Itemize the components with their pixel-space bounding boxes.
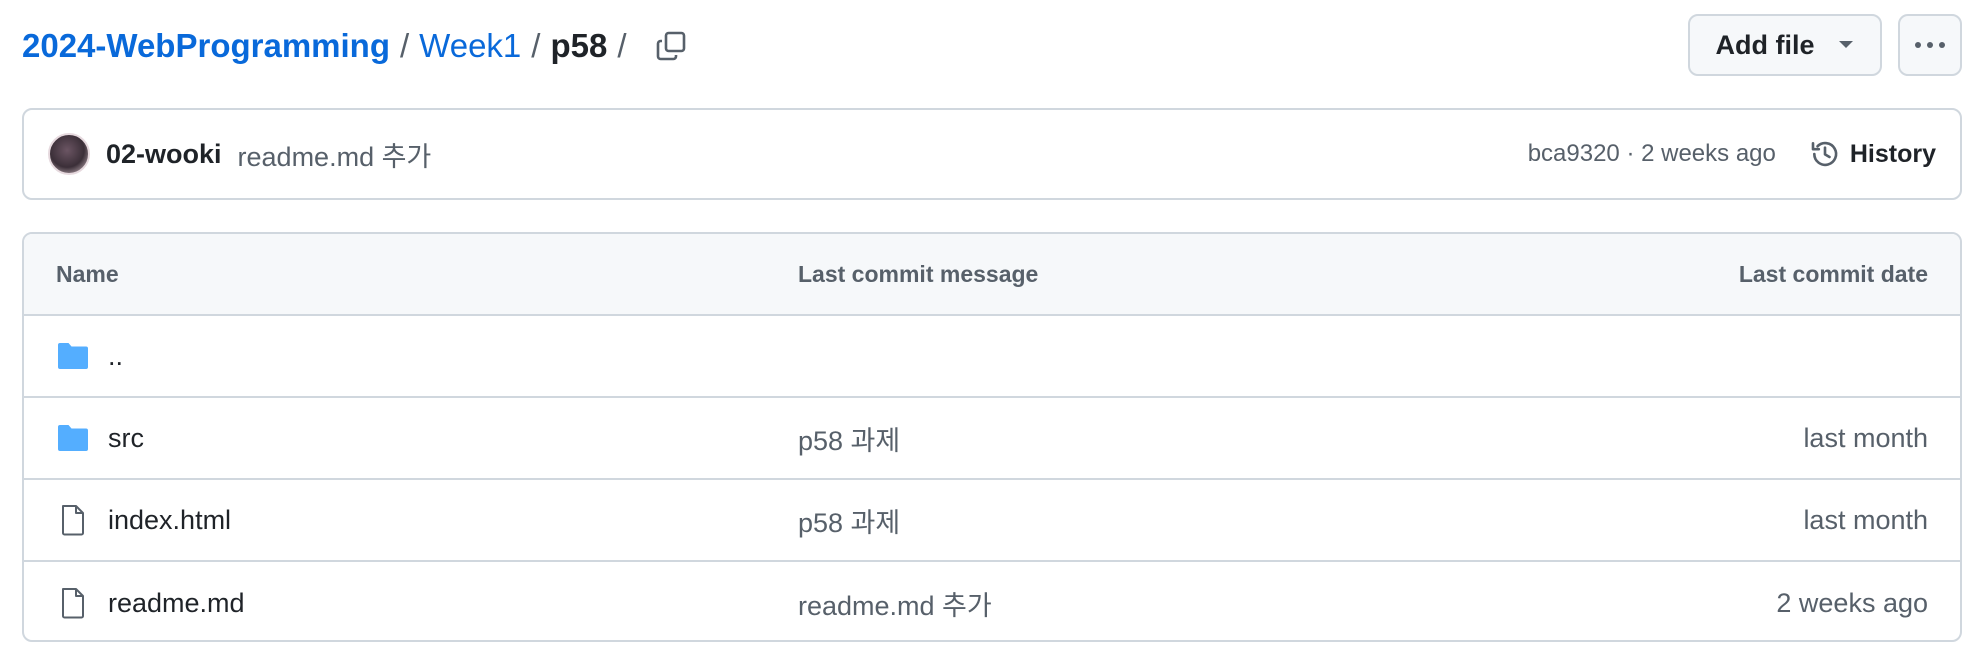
header-actions: Add file — [1688, 14, 1962, 76]
folder-icon — [56, 339, 90, 373]
history-icon — [1811, 141, 1838, 167]
breadcrumb-separator: / — [531, 27, 541, 64]
table-row-parent[interactable]: .. — [24, 316, 1960, 398]
column-header-message: Last commit message — [798, 260, 1039, 287]
latest-commit-bar: 02-wooki readme.md 추가 bca9320 · 2 weeks … — [22, 108, 1962, 200]
history-button[interactable]: History — [1810, 139, 1936, 169]
commit-message-cell[interactable]: p58 과제 — [798, 419, 1460, 458]
breadcrumb-folder-link[interactable]: Week1 — [419, 27, 521, 65]
commit-date-cell: 2 weeks ago — [1776, 587, 1928, 618]
commit-message-cell[interactable]: readme.md 추가 — [798, 584, 1460, 623]
column-header-name: Name — [56, 260, 119, 287]
add-file-label: Add file — [1715, 29, 1815, 60]
commit-message-link[interactable]: readme.md 추가 — [238, 135, 432, 174]
avatar[interactable] — [48, 133, 90, 175]
breadcrumb-repo-link[interactable]: 2024-WebProgramming — [22, 27, 390, 65]
file-name-link[interactable]: src — [108, 423, 144, 454]
column-header-date: Last commit date — [1738, 260, 1928, 287]
copy-path-button[interactable] — [651, 26, 691, 66]
table-row[interactable]: index.html p58 과제 last month — [24, 480, 1960, 562]
breadcrumb-separator: / — [400, 27, 410, 64]
file-icon — [56, 503, 90, 537]
breadcrumb-separator: / — [617, 27, 627, 64]
header: 2024-WebProgramming / Week1 / p58 / Add … — [22, 14, 1962, 78]
folder-icon — [56, 421, 90, 455]
commit-author-link[interactable]: 02-wooki — [106, 139, 222, 170]
table-row[interactable]: readme.md readme.md 추가 2 weeks ago — [24, 562, 1960, 640]
file-table: Name Last commit message Last commit dat… — [22, 232, 1962, 642]
commit-date-cell: last month — [1803, 504, 1928, 535]
copy-icon — [656, 31, 685, 61]
file-name-link[interactable]: index.html — [108, 505, 231, 536]
more-options-button[interactable] — [1898, 14, 1962, 76]
table-header: Name Last commit message Last commit dat… — [24, 234, 1960, 316]
breadcrumb: 2024-WebProgramming / Week1 / p58 / — [22, 26, 691, 66]
commit-date-cell: last month — [1803, 422, 1928, 453]
caret-down-icon — [1838, 41, 1853, 48]
commit-message-cell[interactable]: p58 과제 — [798, 501, 1460, 540]
file-icon — [56, 586, 90, 620]
commit-hash-and-time[interactable]: bca9320 · 2 weeks ago — [1528, 140, 1776, 168]
table-row[interactable]: src p58 과제 last month — [24, 398, 1960, 480]
commit-info: bca9320 · 2 weeks ago History — [1528, 139, 1936, 169]
kebab-horizontal-icon — [1915, 42, 1945, 48]
history-label: History — [1849, 139, 1936, 168]
file-name-link[interactable]: readme.md — [108, 588, 245, 619]
breadcrumb-current: p58 — [550, 27, 608, 64]
add-file-button[interactable]: Add file — [1688, 14, 1882, 76]
repo-file-browser: 2024-WebProgramming / Week1 / p58 / Add … — [0, 0, 1984, 660]
file-name-link[interactable]: .. — [108, 341, 123, 372]
